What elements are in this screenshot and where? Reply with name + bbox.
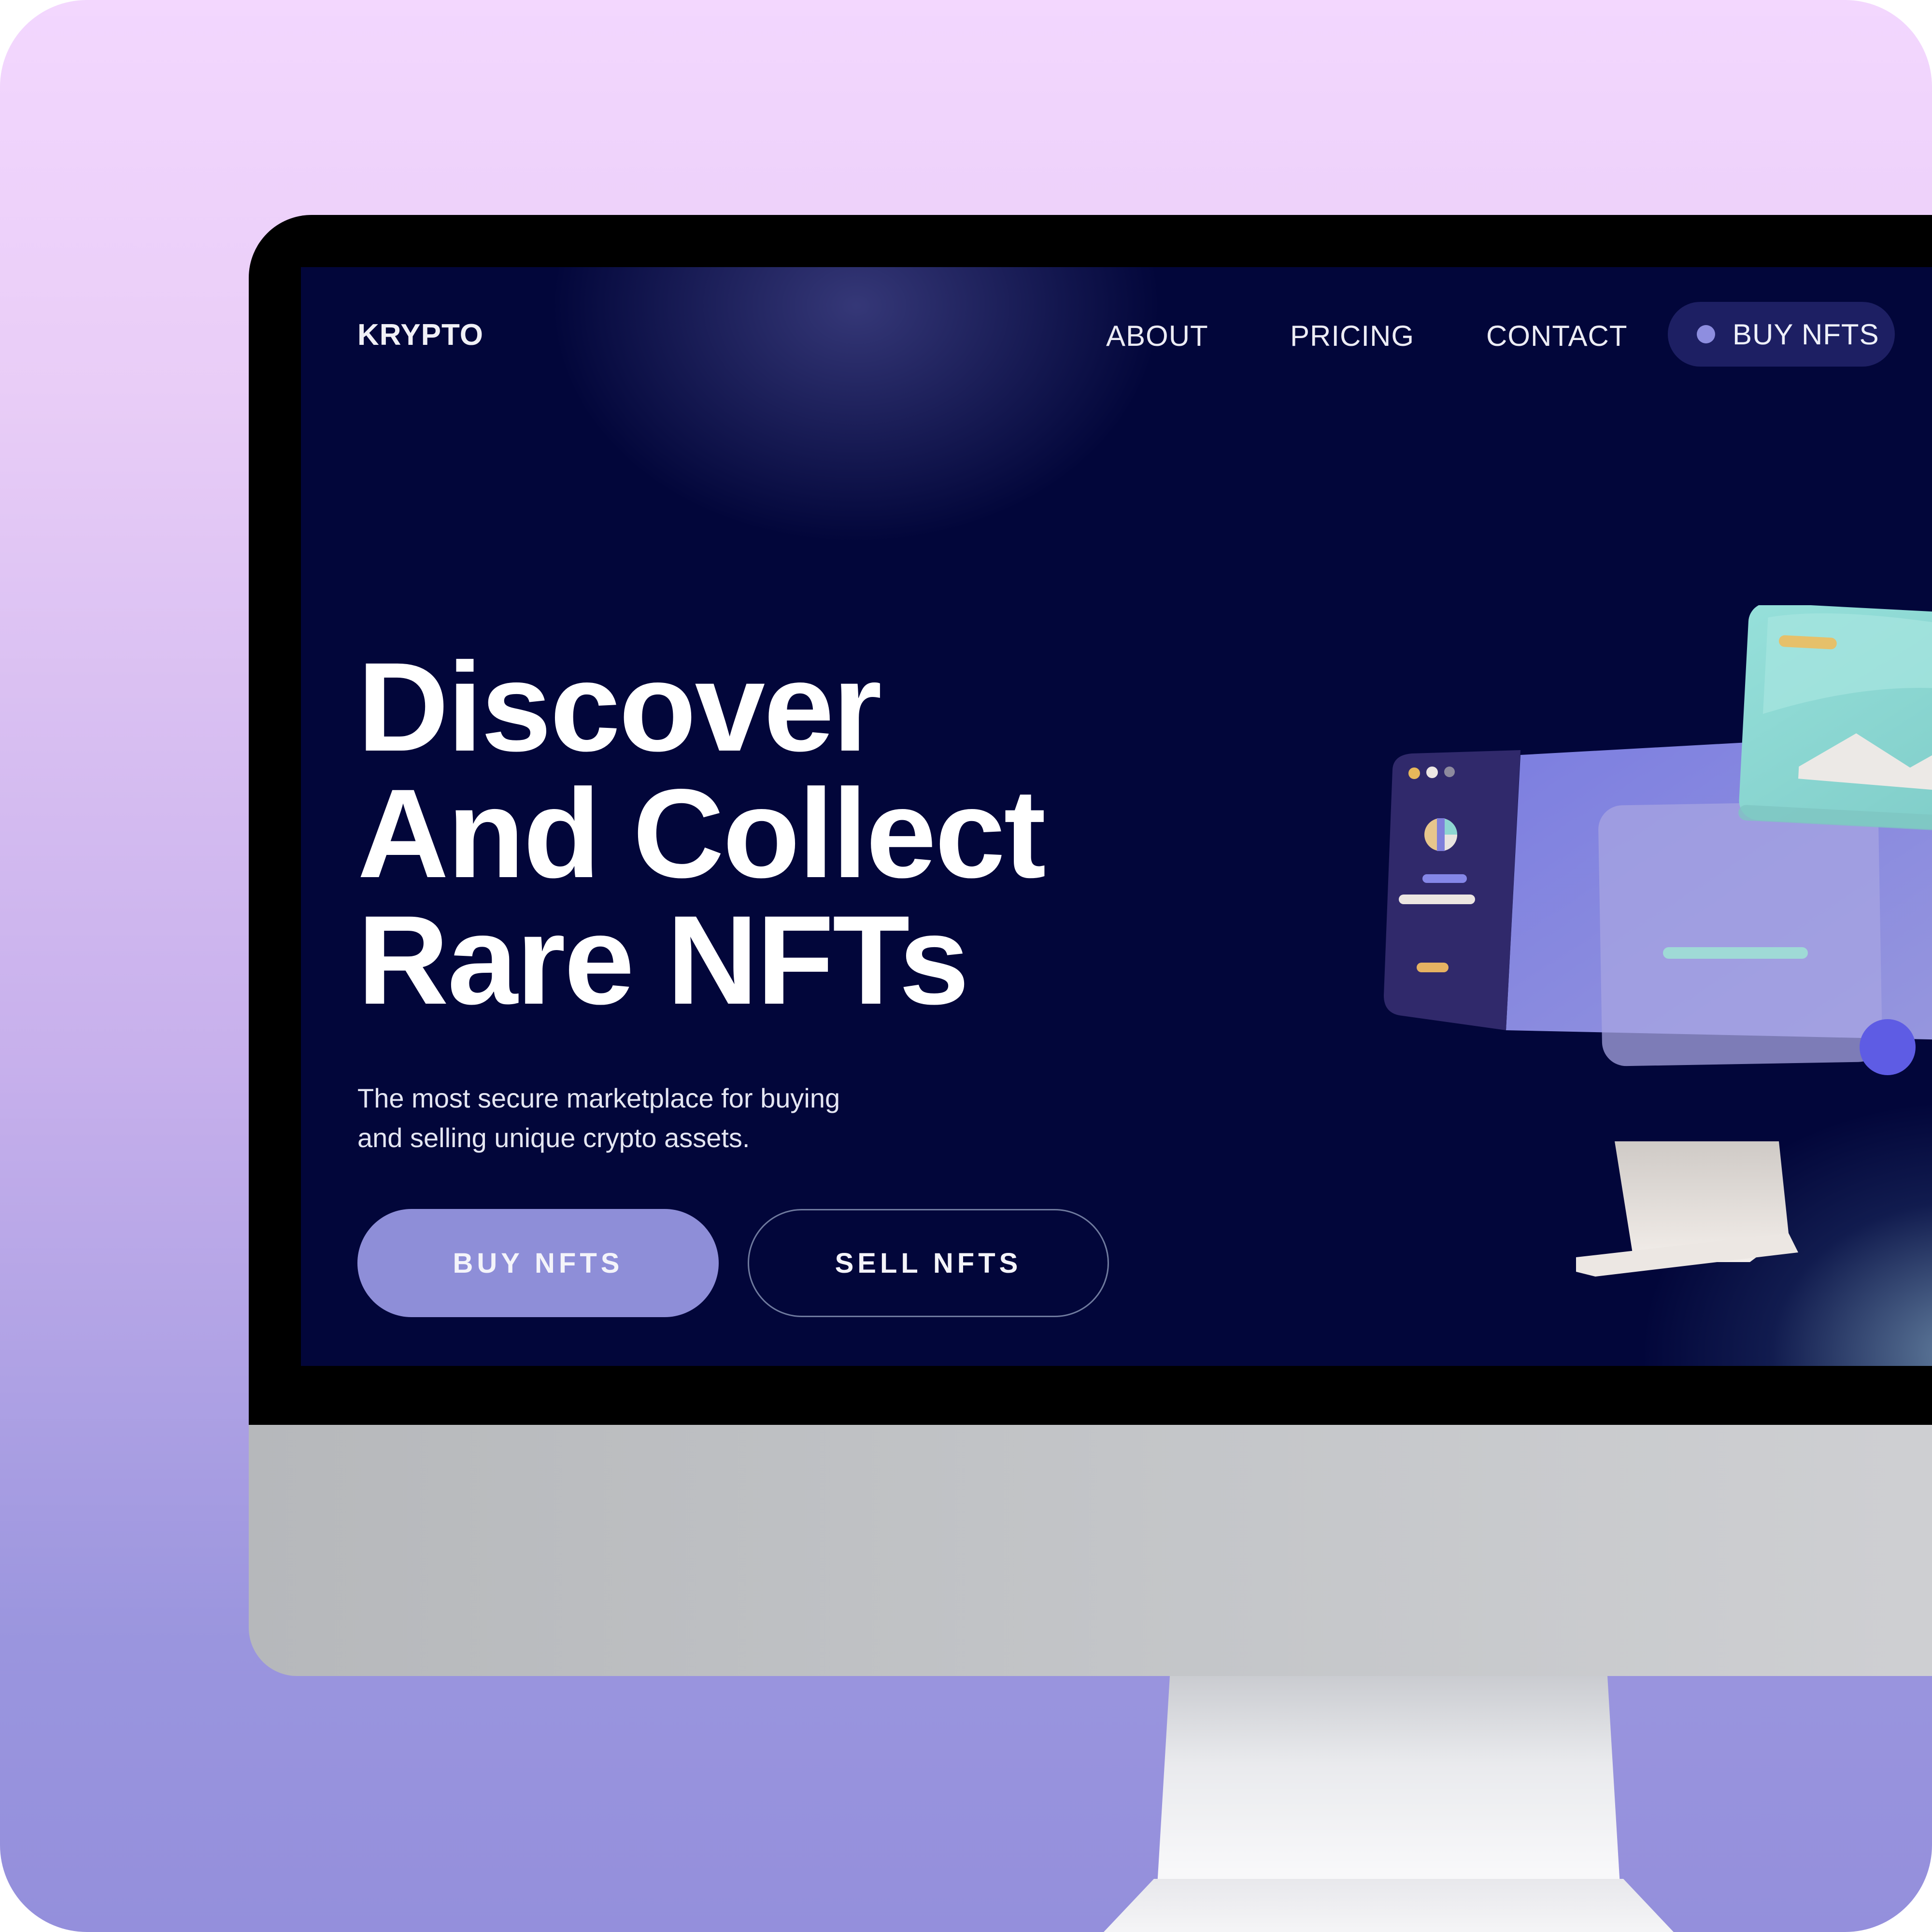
hero-subtitle: The most secure marketplace for buying a…	[357, 1079, 889, 1158]
monitor-stand-base	[1063, 1879, 1715, 1932]
hero-title-line: Discover	[357, 636, 882, 778]
sell-nfts-button[interactable]: SELL NFTS	[748, 1209, 1109, 1317]
nav-buy-nfts-label: BUY NFTS	[1733, 318, 1879, 351]
website-screen: KRYPTO ABOUT PRICING CONTACT BUY NFTS Di…	[301, 267, 1932, 1366]
site-logo[interactable]: KRYPTO	[357, 318, 483, 352]
dot-icon	[1697, 325, 1715, 343]
nav-link-contact[interactable]: CONTACT	[1486, 319, 1628, 353]
hero-title: Discover And Collect Rare NFTs	[357, 644, 1130, 1023]
nav-link-pricing[interactable]: PRICING	[1290, 319, 1414, 353]
hero-subtitle-line: and selling unique crypto assets.	[357, 1122, 750, 1153]
monitor-chin	[249, 1401, 1932, 1676]
monitor-illustration-icon	[1384, 603, 1932, 1277]
hero-subtitle-line: The most secure marketplace for buying	[357, 1083, 840, 1113]
canvas-background: KRYPTO ABOUT PRICING CONTACT BUY NFTS Di…	[0, 0, 1932, 1932]
hero-title-line: And Collect	[357, 763, 1046, 904]
buy-nfts-button[interactable]: BUY NFTS	[357, 1209, 719, 1317]
nav-buy-nfts-button[interactable]: BUY NFTS	[1668, 302, 1895, 367]
monitor-with-image-card-illustration	[1364, 603, 1932, 1291]
hero-title-line: Rare NFTs	[357, 889, 969, 1031]
nav-link-about[interactable]: ABOUT	[1106, 319, 1208, 353]
